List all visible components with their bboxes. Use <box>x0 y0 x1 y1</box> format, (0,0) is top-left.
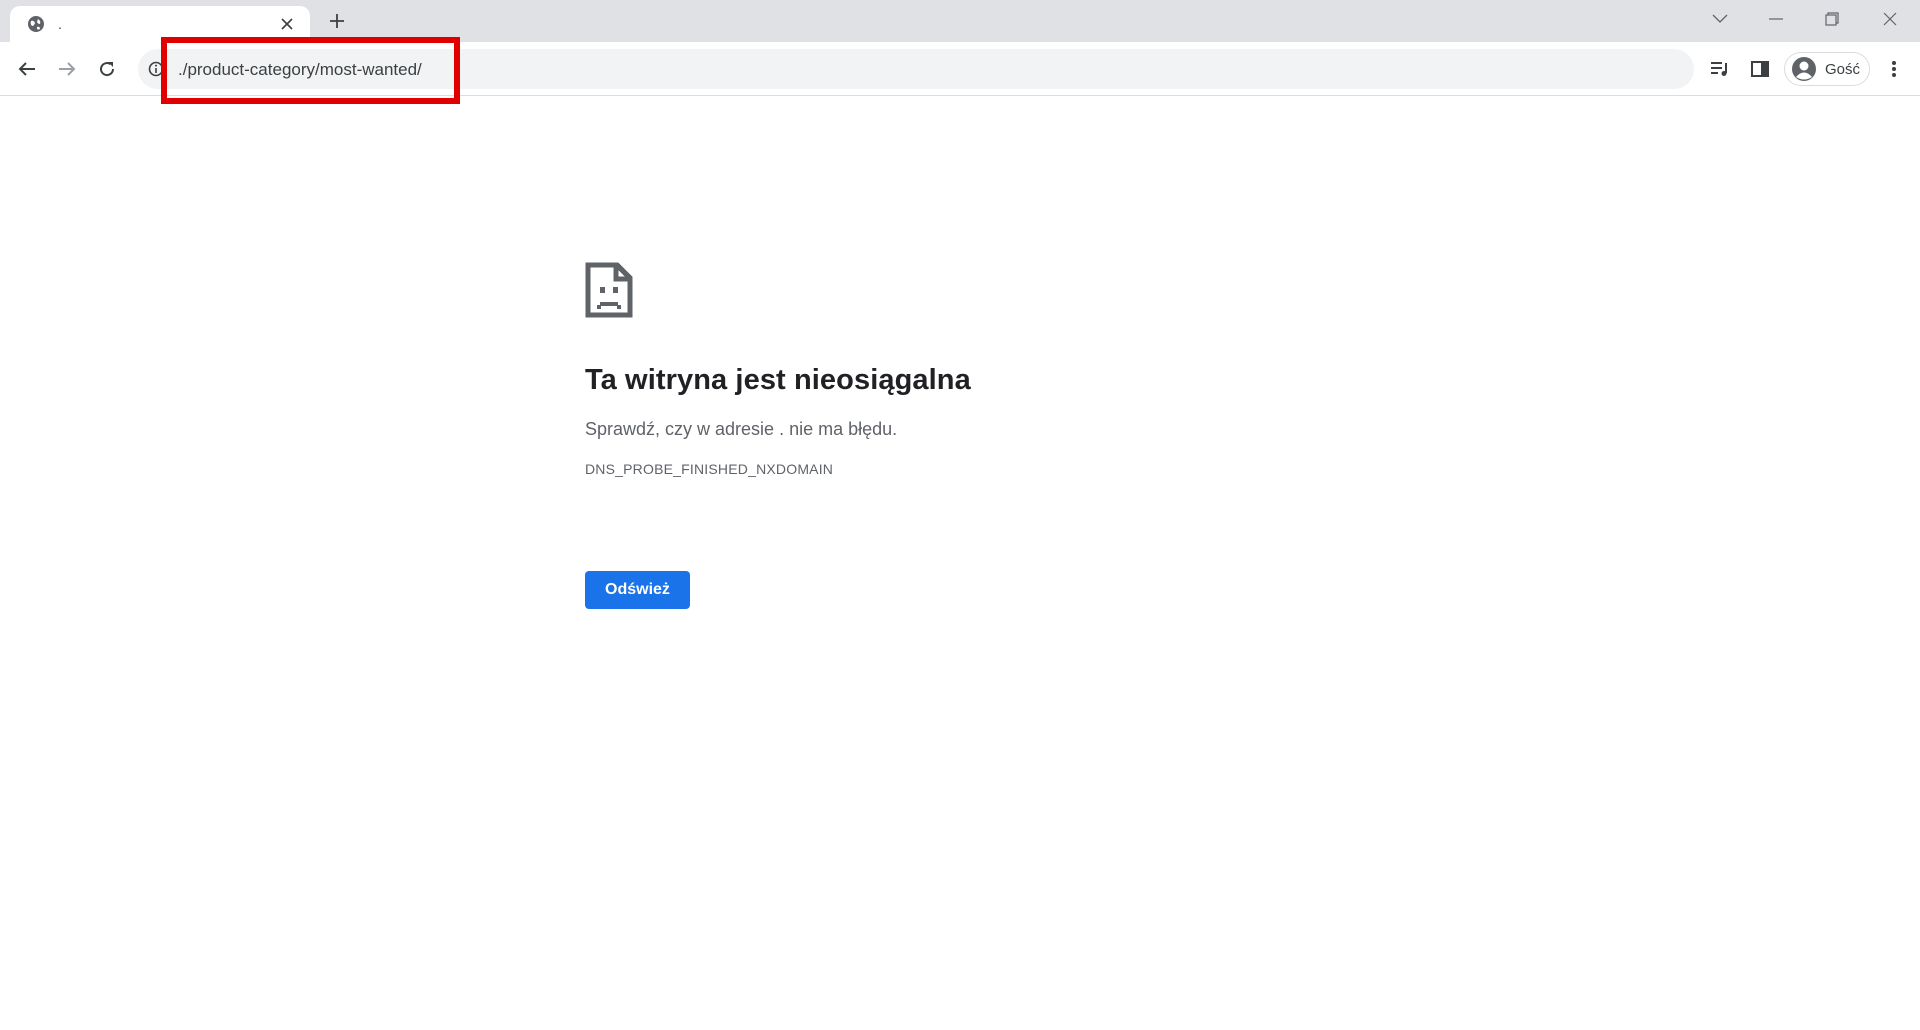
error-description: Sprawdź, czy w adresie . nie ma błędu. <box>585 419 898 439</box>
reload-icon[interactable] <box>91 53 123 85</box>
reload-button[interactable]: Odśwież <box>585 571 690 609</box>
window-close-icon[interactable] <box>1862 0 1918 38</box>
avatar-icon <box>1791 56 1817 82</box>
profile-button[interactable]: Gość <box>1784 52 1870 86</box>
chevron-down-icon[interactable] <box>1692 0 1748 38</box>
back-arrow-icon[interactable] <box>11 53 43 85</box>
side-panel-icon[interactable] <box>1744 53 1776 85</box>
close-icon[interactable] <box>276 13 298 35</box>
restore-icon[interactable] <box>1804 0 1860 38</box>
reading-list-icon[interactable] <box>1704 53 1736 85</box>
globe-icon <box>26 14 46 34</box>
minimize-icon[interactable] <box>1748 0 1804 38</box>
kebab-menu-icon[interactable] <box>1878 53 1910 85</box>
error-page: Ta witryna jest nieosiągalna Sprawdź, cz… <box>585 262 1385 609</box>
plus-icon[interactable] <box>322 9 352 33</box>
tab-strip: . <box>0 0 1920 42</box>
tab-title: . <box>58 16 62 32</box>
error-title: Ta witryna jest nieosiągalna <box>585 364 971 396</box>
forward-arrow-icon[interactable] <box>51 53 83 85</box>
sad-page-icon <box>585 262 633 318</box>
error-code: DNS_PROBE_FINISHED_NXDOMAIN <box>585 461 834 477</box>
address-highlight-box <box>161 37 460 104</box>
profile-name: Gość <box>1825 60 1861 78</box>
